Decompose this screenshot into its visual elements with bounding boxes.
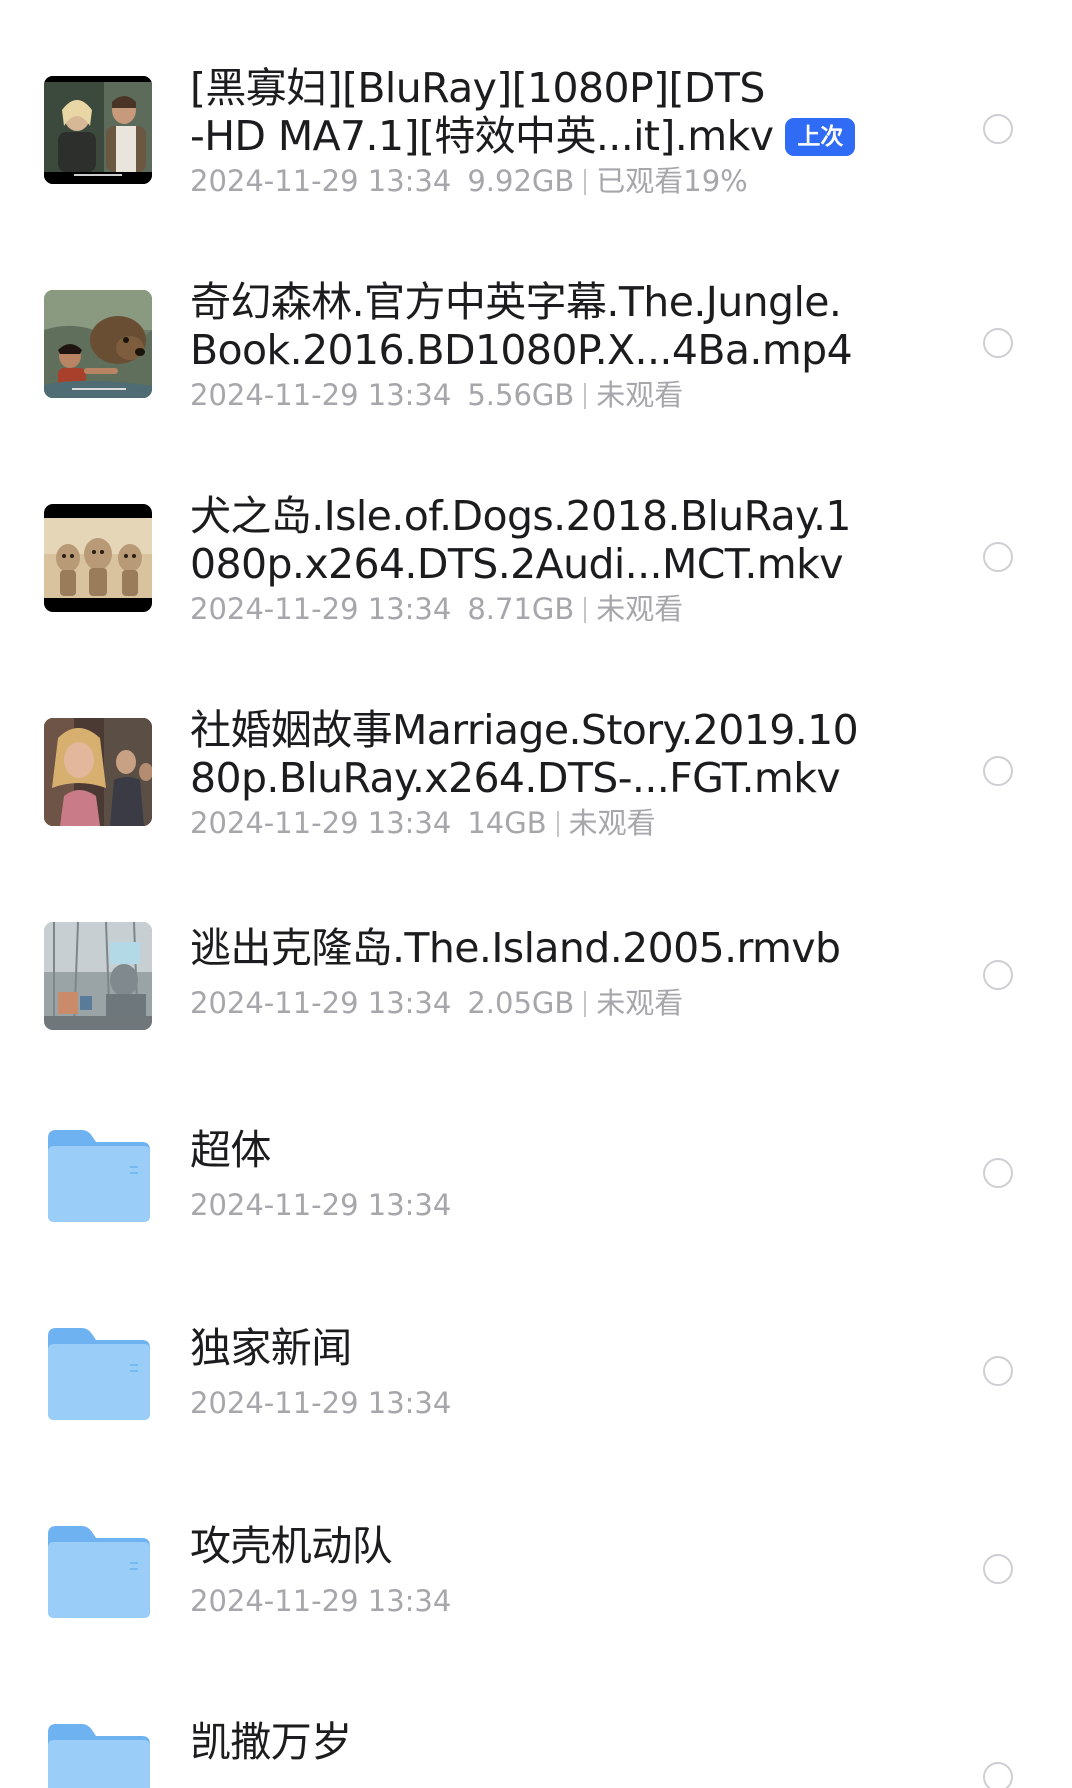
file-title-line: 080p.x264.DTS.2Audi...MCT.mkv — [190, 540, 844, 588]
file-date: 2024-11-29 13:34 — [190, 1386, 452, 1420]
file-meta: 2024-11-29 13:34 — [190, 1584, 451, 1618]
video-thumbnail — [44, 718, 152, 826]
video-thumbnail — [44, 76, 152, 184]
meta-divider — [584, 597, 587, 623]
file-title-line: [黑寡妇][BluRay][1080P][DTS — [190, 64, 765, 112]
file-title-line: 80p.BluRay.x264.DTS-...FGT.mkv — [190, 754, 841, 802]
folder-icon — [46, 1128, 152, 1224]
folder-icon — [46, 1524, 152, 1620]
file-title: 逃出克隆岛.The.Island.2005.rmvb — [190, 924, 870, 972]
file-date: 2024-11-29 13:34 — [190, 806, 452, 840]
list-item[interactable]: 犬之岛.Isle.of.Dogs.2018.BluRay.1 080p.x264… — [0, 428, 1072, 642]
video-thumbnail — [44, 922, 152, 1030]
watch-status: 未观看 — [568, 806, 656, 840]
last-played-badge: 上次 — [785, 118, 856, 156]
file-meta: 2024-11-29 13:34 8.71GB 未观看 — [190, 592, 683, 626]
list-item[interactable]: 凯撒万岁 — [0, 1650, 1072, 1788]
file-list: [黑寡妇][BluRay][1080P][DTS -HD MA7.1][特效中英… — [0, 0, 1072, 1788]
meta-divider — [584, 169, 587, 195]
select-radio[interactable] — [983, 1554, 1013, 1584]
file-date: 2024-11-29 13:34 — [190, 1188, 452, 1222]
folder-name: 超体 — [190, 1126, 271, 1174]
folder-name: 独家新闻 — [190, 1324, 352, 1372]
select-radio[interactable] — [983, 756, 1013, 786]
file-meta: 2024-11-29 13:34 — [190, 1386, 451, 1420]
file-meta: 2024-11-29 13:34 9.92GB 已观看19% — [190, 164, 748, 198]
file-meta: 2024-11-29 13:34 — [190, 1188, 451, 1222]
file-title-line: 奇幻森林.官方中英字幕.The.Jungle. — [190, 278, 842, 326]
file-title-line: -HD MA7.1][特效中英...it].mkv 上次 — [190, 112, 870, 160]
watch-status: 未观看 — [596, 378, 684, 412]
folder-name: 凯撒万岁 — [190, 1718, 352, 1766]
file-date: 2024-11-29 13:34 — [190, 378, 452, 412]
file-title: 独家新闻 — [190, 1324, 870, 1372]
list-item[interactable]: 超体 2024-11-29 13:34 — [0, 1056, 1072, 1254]
video-thumbnail — [44, 290, 152, 398]
file-title-line: 社婚姻故事Marriage.Story.2019.10 — [190, 706, 859, 754]
file-size: 5.56GB — [467, 378, 575, 412]
select-radio[interactable] — [983, 114, 1013, 144]
file-title-line: 逃出克隆岛.The.Island.2005.rmvb — [190, 924, 841, 972]
file-title: 社婚姻故事Marriage.Story.2019.10 80p.BluRay.x… — [190, 706, 870, 802]
folder-icon — [46, 1326, 152, 1422]
select-radio[interactable] — [983, 542, 1013, 572]
list-item[interactable]: 社婚姻故事Marriage.Story.2019.10 80p.BluRay.x… — [0, 642, 1072, 856]
folder-icon — [46, 1722, 152, 1788]
file-title: [黑寡妇][BluRay][1080P][DTS -HD MA7.1][特效中英… — [190, 64, 870, 160]
file-title: 攻壳机动队 — [190, 1522, 870, 1570]
file-meta: 2024-11-29 13:34 2.05GB 未观看 — [190, 986, 683, 1020]
file-date: 2024-11-29 13:34 — [190, 164, 452, 198]
meta-divider — [584, 991, 587, 1017]
file-title-line: Book.2016.BD1080P.X...4Ba.mp4 — [190, 326, 853, 374]
select-radio[interactable] — [983, 960, 1013, 990]
file-title-line: 犬之岛.Isle.of.Dogs.2018.BluRay.1 — [190, 492, 852, 540]
list-item[interactable]: 攻壳机动队 2024-11-29 13:34 — [0, 1452, 1072, 1650]
file-size: 9.92GB — [467, 164, 575, 198]
file-title: 奇幻森林.官方中英字幕.The.Jungle. Book.2016.BD1080… — [190, 278, 870, 374]
file-date: 2024-11-29 13:34 — [190, 1584, 452, 1618]
file-title: 超体 — [190, 1126, 870, 1174]
folder-name: 攻壳机动队 — [190, 1522, 393, 1570]
watch-status: 已观看19% — [596, 164, 748, 198]
file-meta: 2024-11-29 13:34 14GB 未观看 — [190, 806, 656, 840]
file-title: 凯撒万岁 — [190, 1718, 870, 1766]
select-radio[interactable] — [983, 328, 1013, 358]
list-item[interactable]: 独家新闻 2024-11-29 13:34 — [0, 1254, 1072, 1452]
file-meta: 2024-11-29 13:34 5.56GB 未观看 — [190, 378, 683, 412]
watch-status: 未观看 — [596, 986, 684, 1020]
file-title: 犬之岛.Isle.of.Dogs.2018.BluRay.1 080p.x264… — [190, 492, 870, 588]
file-title-text: -HD MA7.1][特效中英...it].mkv — [190, 112, 774, 160]
meta-divider — [584, 383, 587, 409]
video-thumbnail — [44, 504, 152, 612]
list-item[interactable]: 逃出克隆岛.The.Island.2005.rmvb 2024-11-29 13… — [0, 856, 1072, 1056]
select-radio[interactable] — [983, 1762, 1013, 1788]
file-size: 2.05GB — [467, 986, 575, 1020]
file-size: 14GB — [467, 806, 547, 840]
file-date: 2024-11-29 13:34 — [190, 986, 452, 1020]
meta-divider — [556, 811, 559, 837]
watch-status: 未观看 — [596, 592, 684, 626]
file-date: 2024-11-29 13:34 — [190, 592, 452, 626]
list-item[interactable]: [黑寡妇][BluRay][1080P][DTS -HD MA7.1][特效中英… — [0, 0, 1072, 214]
select-radio[interactable] — [983, 1158, 1013, 1188]
list-item[interactable]: 奇幻森林.官方中英字幕.The.Jungle. Book.2016.BD1080… — [0, 214, 1072, 428]
file-size: 8.71GB — [467, 592, 575, 626]
select-radio[interactable] — [983, 1356, 1013, 1386]
